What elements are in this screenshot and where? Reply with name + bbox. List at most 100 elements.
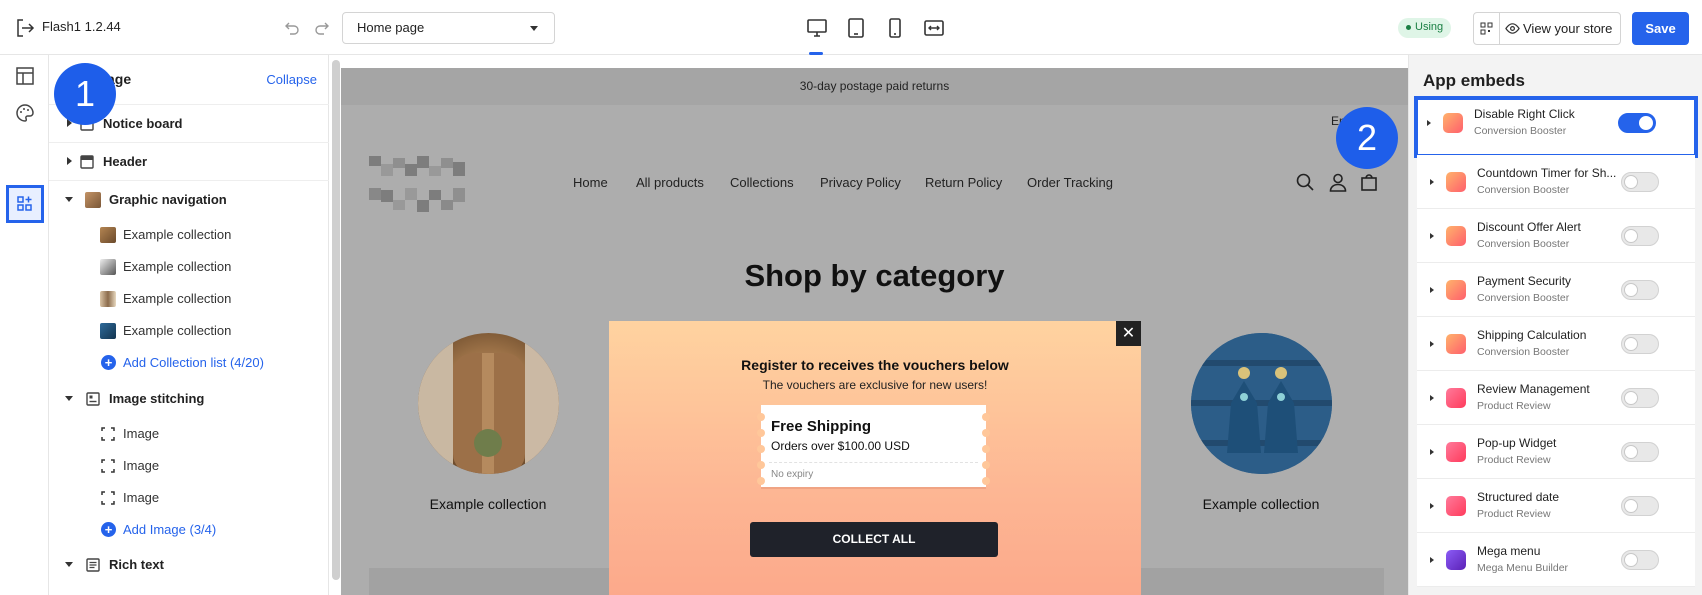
store-preview: 30-day postage paid returns En Home All …	[341, 68, 1408, 595]
voucher-notch	[982, 477, 990, 485]
account-icon[interactable]	[1328, 172, 1348, 192]
layout-icon[interactable]	[14, 65, 36, 87]
close-button[interactable]: ✕	[1116, 321, 1141, 346]
voucher-card: Free Shipping Orders over $100.00 USD No…	[757, 405, 990, 489]
palette-icon[interactable]	[14, 102, 36, 124]
thumbnail-image	[100, 227, 116, 243]
page-select[interactable]: Home page	[342, 12, 555, 44]
plus-icon: +	[101, 355, 116, 370]
expand-arrow-icon[interactable]	[1430, 395, 1434, 401]
expand-arrow-icon[interactable]	[1430, 233, 1434, 239]
toggle-switch[interactable]	[1621, 388, 1659, 408]
app-embed-item[interactable]: Pop-up Widget Product Review	[1417, 425, 1695, 479]
tree-label: Example collection	[123, 227, 232, 242]
toggle-knob	[1624, 445, 1638, 459]
add-image-button[interactable]: + Add Image (3/4)	[49, 511, 329, 549]
notice-bar: 30-day postage paid returns	[341, 68, 1408, 105]
toggle-switch[interactable]	[1618, 113, 1656, 133]
collapse-arrow-icon[interactable]	[65, 197, 73, 202]
tree-label: Example collection	[123, 259, 232, 274]
expand-arrow-icon[interactable]	[1430, 287, 1434, 293]
app-embed-item[interactable]: Disable Right Click Conversion Booster	[1414, 96, 1698, 158]
toggle-switch[interactable]	[1621, 226, 1659, 246]
app-embed-provider: Product Review	[1477, 400, 1551, 412]
app-icon	[1443, 113, 1463, 133]
popup-subtitle: The vouchers are exclusive for new users…	[762, 378, 988, 392]
status-badge: Using	[1398, 18, 1452, 38]
nav-collections[interactable]: Collections	[730, 175, 794, 190]
toggle-switch[interactable]	[1621, 442, 1659, 462]
app-embed-item[interactable]: Shipping Calculation Conversion Booster	[1417, 317, 1695, 371]
app-embed-provider: Product Review	[1477, 508, 1551, 520]
collapse-arrow-icon[interactable]	[65, 396, 73, 401]
nav-all-products[interactable]: All products	[636, 175, 704, 190]
qr-code-button[interactable]	[1474, 13, 1500, 44]
expand-arrow-icon[interactable]	[1430, 449, 1434, 455]
fullscreen-icon[interactable]	[922, 16, 946, 40]
nav-home[interactable]: Home	[573, 175, 608, 190]
toggle-switch[interactable]	[1621, 280, 1659, 300]
expand-arrow-icon[interactable]	[67, 157, 72, 165]
voucher-popup: ✕ Register to receives the vouchers belo…	[609, 321, 1141, 595]
voucher-notch	[982, 461, 990, 469]
toggle-switch[interactable]	[1621, 334, 1659, 354]
app-embed-item[interactable]: Payment Security Conversion Booster	[1417, 263, 1695, 317]
collection-image[interactable]	[418, 333, 559, 474]
app-embed-item[interactable]: Mega menu Mega Menu Builder	[1417, 533, 1695, 587]
collapse-link[interactable]: Collapse	[266, 72, 317, 87]
app-embed-item[interactable]: Structured date Product Review	[1417, 479, 1695, 533]
redo-icon[interactable]	[314, 19, 330, 35]
tree-item-header[interactable]: Header	[49, 143, 329, 181]
app-embed-item[interactable]: Review Management Product Review	[1417, 371, 1695, 425]
app-embed-provider: Conversion Booster	[1477, 292, 1570, 304]
tree-item-graphic-navigation[interactable]: Graphic navigation	[49, 181, 329, 219]
collection-label[interactable]: Example collection	[388, 496, 588, 512]
expand-arrow-icon[interactable]	[1430, 503, 1434, 509]
expand-arrow-icon[interactable]	[1430, 341, 1434, 347]
apps-tab-selected[interactable]	[6, 185, 44, 223]
nav-order-tracking[interactable]: Order Tracking	[1027, 175, 1113, 190]
sections-scrollbar[interactable]	[332, 60, 340, 580]
expand-arrow-icon[interactable]	[1430, 557, 1434, 563]
voucher-notch	[757, 477, 765, 485]
chevron-down-icon	[530, 26, 538, 31]
toggle-switch[interactable]	[1621, 496, 1659, 516]
search-icon[interactable]	[1295, 172, 1315, 192]
section-icon	[86, 392, 100, 406]
tree-item-image-stitching[interactable]: Image stitching	[49, 380, 329, 418]
collection-label[interactable]: Example collection	[1161, 496, 1361, 512]
tree-label: Example collection	[123, 291, 232, 306]
tablet-icon[interactable]	[844, 16, 868, 40]
add-collection-list-button[interactable]: + Add Collection list (4/20)	[49, 344, 329, 382]
expand-arrow-icon[interactable]	[1430, 179, 1434, 185]
expand-arrow-icon[interactable]	[1427, 120, 1431, 126]
exit-icon[interactable]	[14, 17, 36, 39]
tree-label: Add Collection list (4/20)	[123, 355, 264, 370]
voucher-description: Orders over $100.00 USD	[771, 439, 910, 453]
desktop-icon[interactable]	[805, 16, 829, 40]
app-embed-provider: Conversion Booster	[1477, 346, 1570, 358]
app-embed-provider: Conversion Booster	[1474, 125, 1567, 137]
collect-all-button[interactable]: COLLECT ALL	[750, 522, 998, 557]
app-embed-name: Payment Security	[1477, 274, 1572, 288]
collapse-arrow-icon[interactable]	[65, 562, 73, 567]
tree-item-rich-text[interactable]: Rich text	[49, 546, 329, 584]
app-icon	[1446, 496, 1466, 516]
nav-privacy-policy[interactable]: Privacy Policy	[820, 175, 901, 190]
view-store-button[interactable]: View your store	[1501, 21, 1612, 36]
tree-label: Image stitching	[109, 391, 205, 406]
nav-return-policy[interactable]: Return Policy	[925, 175, 1002, 190]
voucher-notch	[757, 445, 765, 453]
undo-icon[interactable]	[284, 19, 300, 35]
app-embed-item[interactable]: Discount Offer Alert Conversion Booster	[1417, 209, 1695, 263]
toggle-switch[interactable]	[1621, 550, 1659, 570]
toggle-switch[interactable]	[1621, 172, 1659, 192]
tree-label: Example collection	[123, 323, 232, 338]
save-button[interactable]: Save	[1632, 12, 1689, 45]
app-embed-name: Countdown Timer for Sh...	[1477, 166, 1617, 180]
collection-image[interactable]	[1191, 333, 1332, 474]
mobile-icon[interactable]	[883, 16, 907, 40]
app-embed-name: Mega menu	[1477, 544, 1541, 558]
cart-icon[interactable]	[1359, 172, 1379, 192]
app-embed-item[interactable]: Countdown Timer for Sh... Conversion Boos…	[1417, 155, 1695, 209]
